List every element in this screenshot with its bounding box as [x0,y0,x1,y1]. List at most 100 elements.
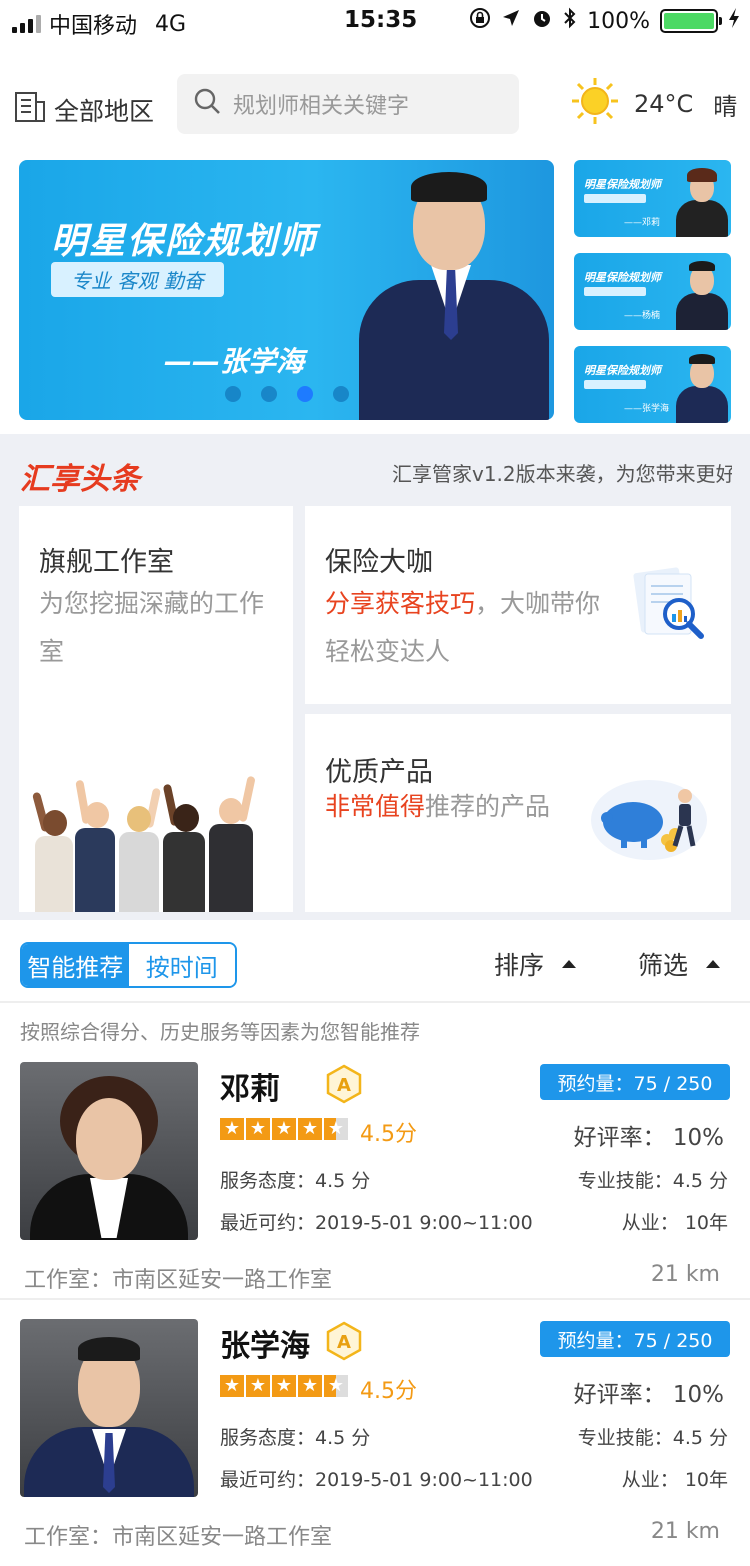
next-available: 最近可约：2019-5-01 9:00~11:00 [220,1212,533,1234]
charging-icon [728,7,740,35]
search-placeholder: 规划师相关关键字 [233,94,410,119]
rating-score: 4.5分 [360,1122,417,1147]
status-right: 100% [469,7,740,35]
clock: 15:35 [344,7,418,33]
star-icon: ★ [220,1375,244,1397]
grade-badge-icon: A [326,1064,362,1104]
rotation-lock-icon [469,7,491,35]
tab-smart-recommend[interactable]: 智能推荐 [22,944,129,986]
banner-pagination[interactable] [225,386,349,402]
search-input[interactable]: 规划师相关关键字 [177,74,519,134]
divider [0,1001,750,1003]
star-icon: ★ [220,1118,244,1140]
card-desc: 分享获客技巧，大咖带你轻松变达人 [325,580,615,676]
quality-product-card[interactable]: 优质产品 非常值得推荐的产品 [305,714,731,912]
booking-count-badge: 预约量：75 / 250 [540,1064,730,1100]
temperature: 24°C [634,90,694,118]
star-icon: ★ [272,1375,296,1397]
thumbnail-caption: ——邓莉 [624,218,661,228]
rating-stars: ★ ★ ★ ★ ★ [220,1118,348,1140]
pagination-dot[interactable] [333,386,349,402]
pagination-dot[interactable] [225,386,241,402]
booking-count-badge: 预约量：75 / 250 [540,1321,730,1357]
sun-icon [570,76,620,132]
thumbnail-caption: ——张学海 [624,404,670,414]
team-celebration-image [31,762,269,912]
professional-skill: 专业技能：4.5 分 [577,1170,728,1192]
card-desc-highlight: 非常值得 [325,792,426,821]
planner-avatar [20,1319,198,1497]
location-icon [501,8,521,34]
banner-signature: ——张学海 [164,345,305,378]
weather-widget: 24°C 晴 [570,76,737,132]
banner-thumbnail[interactable]: 明星保险规划师 ——杨楠 [574,253,731,330]
good-rate: 好评率： 10% [573,1125,724,1151]
grade-letter: A [337,1075,351,1096]
tab-by-time[interactable]: 按时间 [128,944,235,986]
header: 全部地区 规划师相关关键字 24°C 晴 [0,70,750,140]
banner-person-image [349,160,549,420]
caret-up-icon [706,960,721,968]
grade-letter: A [337,1332,351,1353]
bluetooth-icon [563,7,577,35]
studio-address: 工作室：市南区延安一路工作室 [24,1268,333,1293]
banner-thumbnail[interactable]: 明星保险规划师 ——张学海 [574,346,731,423]
weather-condition: 晴 [713,92,738,121]
good-rate: 好评率： 10% [573,1382,724,1408]
card-desc: 为您挖掘深藏的工作室 [39,589,265,666]
thumbnail-title: 明星保险规划师 [584,364,661,377]
thumbnail-caption: ——杨楠 [624,311,661,321]
region-selector[interactable]: 全部地区 [14,90,154,130]
thumbnail-person [672,255,730,330]
filter-label: 筛选 [638,951,689,980]
divider [0,1298,750,1300]
carrier-label: 中国移动 [49,14,138,39]
studio-address: 工作室：市南区延安一路工作室 [24,1525,333,1550]
years-experience: 从业： 10年 [621,1469,728,1491]
thumbnail-title: 明星保险规划师 [584,178,661,191]
piggy-bank-icon [589,766,713,866]
card-desc-highlight: 分享获客技巧 [325,589,476,618]
card-title: 优质产品 [325,757,433,788]
filter-button[interactable]: 筛选 [638,946,721,982]
battery-percent: 100% [587,8,650,34]
card-desc: 非常值得推荐的产品 [325,786,555,828]
pagination-dot-active[interactable] [297,386,313,402]
rating-stars: ★ ★ ★ ★ ★ [220,1375,348,1397]
status-bar: 中国移动 4G 15:35 100% [0,0,750,40]
search-icon [193,87,221,121]
banner-thumbnails: 明星保险规划师 ——邓莉 明星保险规划师 ——杨楠 明星保险规划师 ——张学海 [574,160,731,439]
news-ticker[interactable]: 汇享头条 汇享管家v1.2版本来袭，为您带来更好 [0,434,750,504]
caret-up-icon [562,960,577,968]
service-attitude: 服务态度：4.5 分 [220,1427,371,1449]
grade-badge-icon: A [326,1321,362,1361]
distance: 21 km [650,1262,720,1287]
banner-tags: 专业 客观 勤奋 [51,262,224,297]
pagination-dot[interactable] [261,386,277,402]
network-label: 4G [155,11,187,37]
main-banner[interactable]: 明星保险规划师 专业 客观 勤奋 ——张学海 [19,160,554,420]
news-headline[interactable]: 汇享管家v1.2版本来袭，为您带来更好 [392,458,732,487]
rating-score: 4.5分 [360,1379,417,1404]
planner-card[interactable]: 张学海 A 预约量：75 / 250 ★ ★ ★ ★ ★ 4.5分 好评率： 1… [0,1319,750,1566]
star-icon: ★ [272,1118,296,1140]
banner-thumbnail[interactable]: 明星保险规划师 ——邓莉 [574,160,731,237]
next-available: 最近可约：2019-5-01 9:00~11:00 [220,1469,533,1491]
building-icon [14,90,46,130]
card-desc-rest: 推荐的产品 [425,792,551,821]
star-icon: ★ [246,1375,270,1397]
professional-skill: 专业技能：4.5 分 [577,1427,728,1449]
star-icon: ★ [298,1118,322,1140]
recommend-hint: 按照综合得分、历史服务等因素为您智能推荐 [20,1020,420,1044]
star-half-icon: ★ [324,1118,348,1140]
sort-button[interactable]: 排序 [494,946,577,982]
planner-card[interactable]: 邓莉 A 预约量：75 / 250 ★ ★ ★ ★ ★ 4.5分 好评率： 10… [0,1062,750,1319]
signal-icon [12,15,41,33]
card-title: 保险大咖 [325,547,433,578]
thumbnail-title: 明星保险规划师 [584,271,661,284]
flagship-studio-card[interactable]: 旗舰工作室 为您挖掘深藏的工作室 [19,506,293,912]
sort-label: 排序 [494,951,545,980]
planner-name: 张学海 [220,1329,310,1364]
insurance-expert-card[interactable]: 保险大咖 分享获客技巧，大咖带你轻松变达人 [305,506,731,704]
banner-title: 明星保险规划师 [51,221,318,262]
